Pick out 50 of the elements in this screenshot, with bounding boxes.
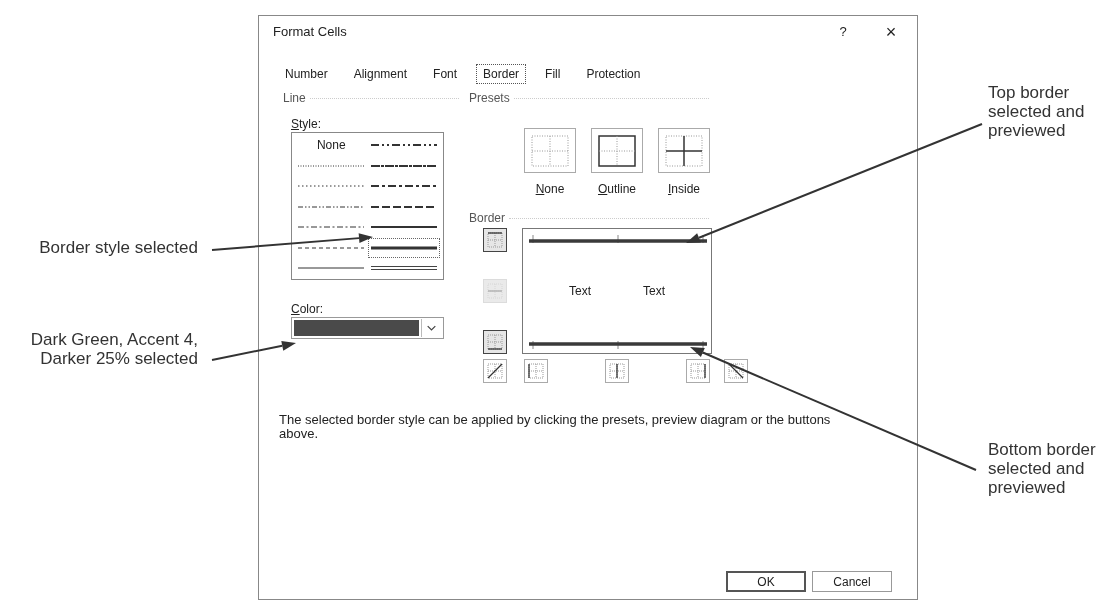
line-sample-icon — [370, 264, 437, 273]
callout-text: Dark Green, Accent 4, Darker 25% selected — [29, 330, 198, 368]
tab[interactable]: Font — [426, 64, 465, 84]
section-heading: Border — [469, 210, 506, 227]
dialog-button[interactable]: OK — [726, 571, 806, 592]
border-icon — [485, 332, 505, 352]
preset-button[interactable] — [591, 128, 643, 173]
border-toggle-button[interactable] — [483, 330, 507, 354]
border-toggle-button[interactable] — [605, 359, 629, 383]
callout-text: Border style selected — [38, 238, 198, 257]
border-icon — [726, 361, 746, 381]
window-title: Format Cells — [273, 23, 347, 42]
preset-label: Outline — [598, 181, 636, 198]
preview-text: Text — [643, 283, 665, 300]
preset-button[interactable] — [658, 128, 710, 173]
tab[interactable]: Fill — [538, 64, 568, 84]
description-text: The selected border style can be applied by clicking the presets, preview diagram or the buttons above. — [279, 413, 832, 441]
preset-label: None — [535, 181, 565, 198]
section-heading: Line — [283, 90, 306, 107]
callout-text: Top border selected and previewed — [988, 83, 1086, 140]
border-toggle-button[interactable] — [724, 359, 748, 383]
callout-text: Bottom border selected and previewed — [988, 440, 1097, 497]
style-label: Style: — [291, 116, 323, 130]
section-heading: Presets — [469, 90, 510, 107]
border-toggle-button[interactable] — [483, 359, 507, 383]
style-list[interactable]: None — [291, 132, 444, 280]
tab[interactable]: Alignment — [346, 64, 415, 84]
tab[interactable]: Border — [476, 64, 527, 84]
preview-text: Text — [569, 283, 591, 300]
tab[interactable]: Number — [278, 64, 335, 84]
border-icon — [607, 361, 627, 381]
help-button[interactable]: ? — [823, 20, 863, 44]
close-button[interactable]: × — [871, 20, 911, 44]
tab[interactable]: Protection — [579, 64, 648, 84]
border-icon — [688, 361, 708, 381]
border-toggle-button[interactable] — [483, 228, 507, 252]
border-icon — [485, 281, 505, 301]
border-toggle-button[interactable] — [686, 359, 710, 383]
color-label: Color: — [291, 301, 324, 315]
preset-label: Inside — [668, 181, 700, 198]
border-toggle-button[interactable] — [524, 359, 548, 383]
line-style-option[interactable]: None — [295, 135, 368, 156]
border-icon — [485, 230, 505, 250]
border-icon — [526, 361, 546, 381]
dialog-button[interactable]: Cancel — [812, 571, 892, 592]
color-dropdown[interactable] — [291, 317, 444, 339]
border-icon — [485, 361, 505, 381]
border-preview[interactable]: Text Text — [522, 228, 712, 354]
line-style-option[interactable] — [367, 237, 440, 258]
line-sample-icon — [370, 243, 437, 252]
